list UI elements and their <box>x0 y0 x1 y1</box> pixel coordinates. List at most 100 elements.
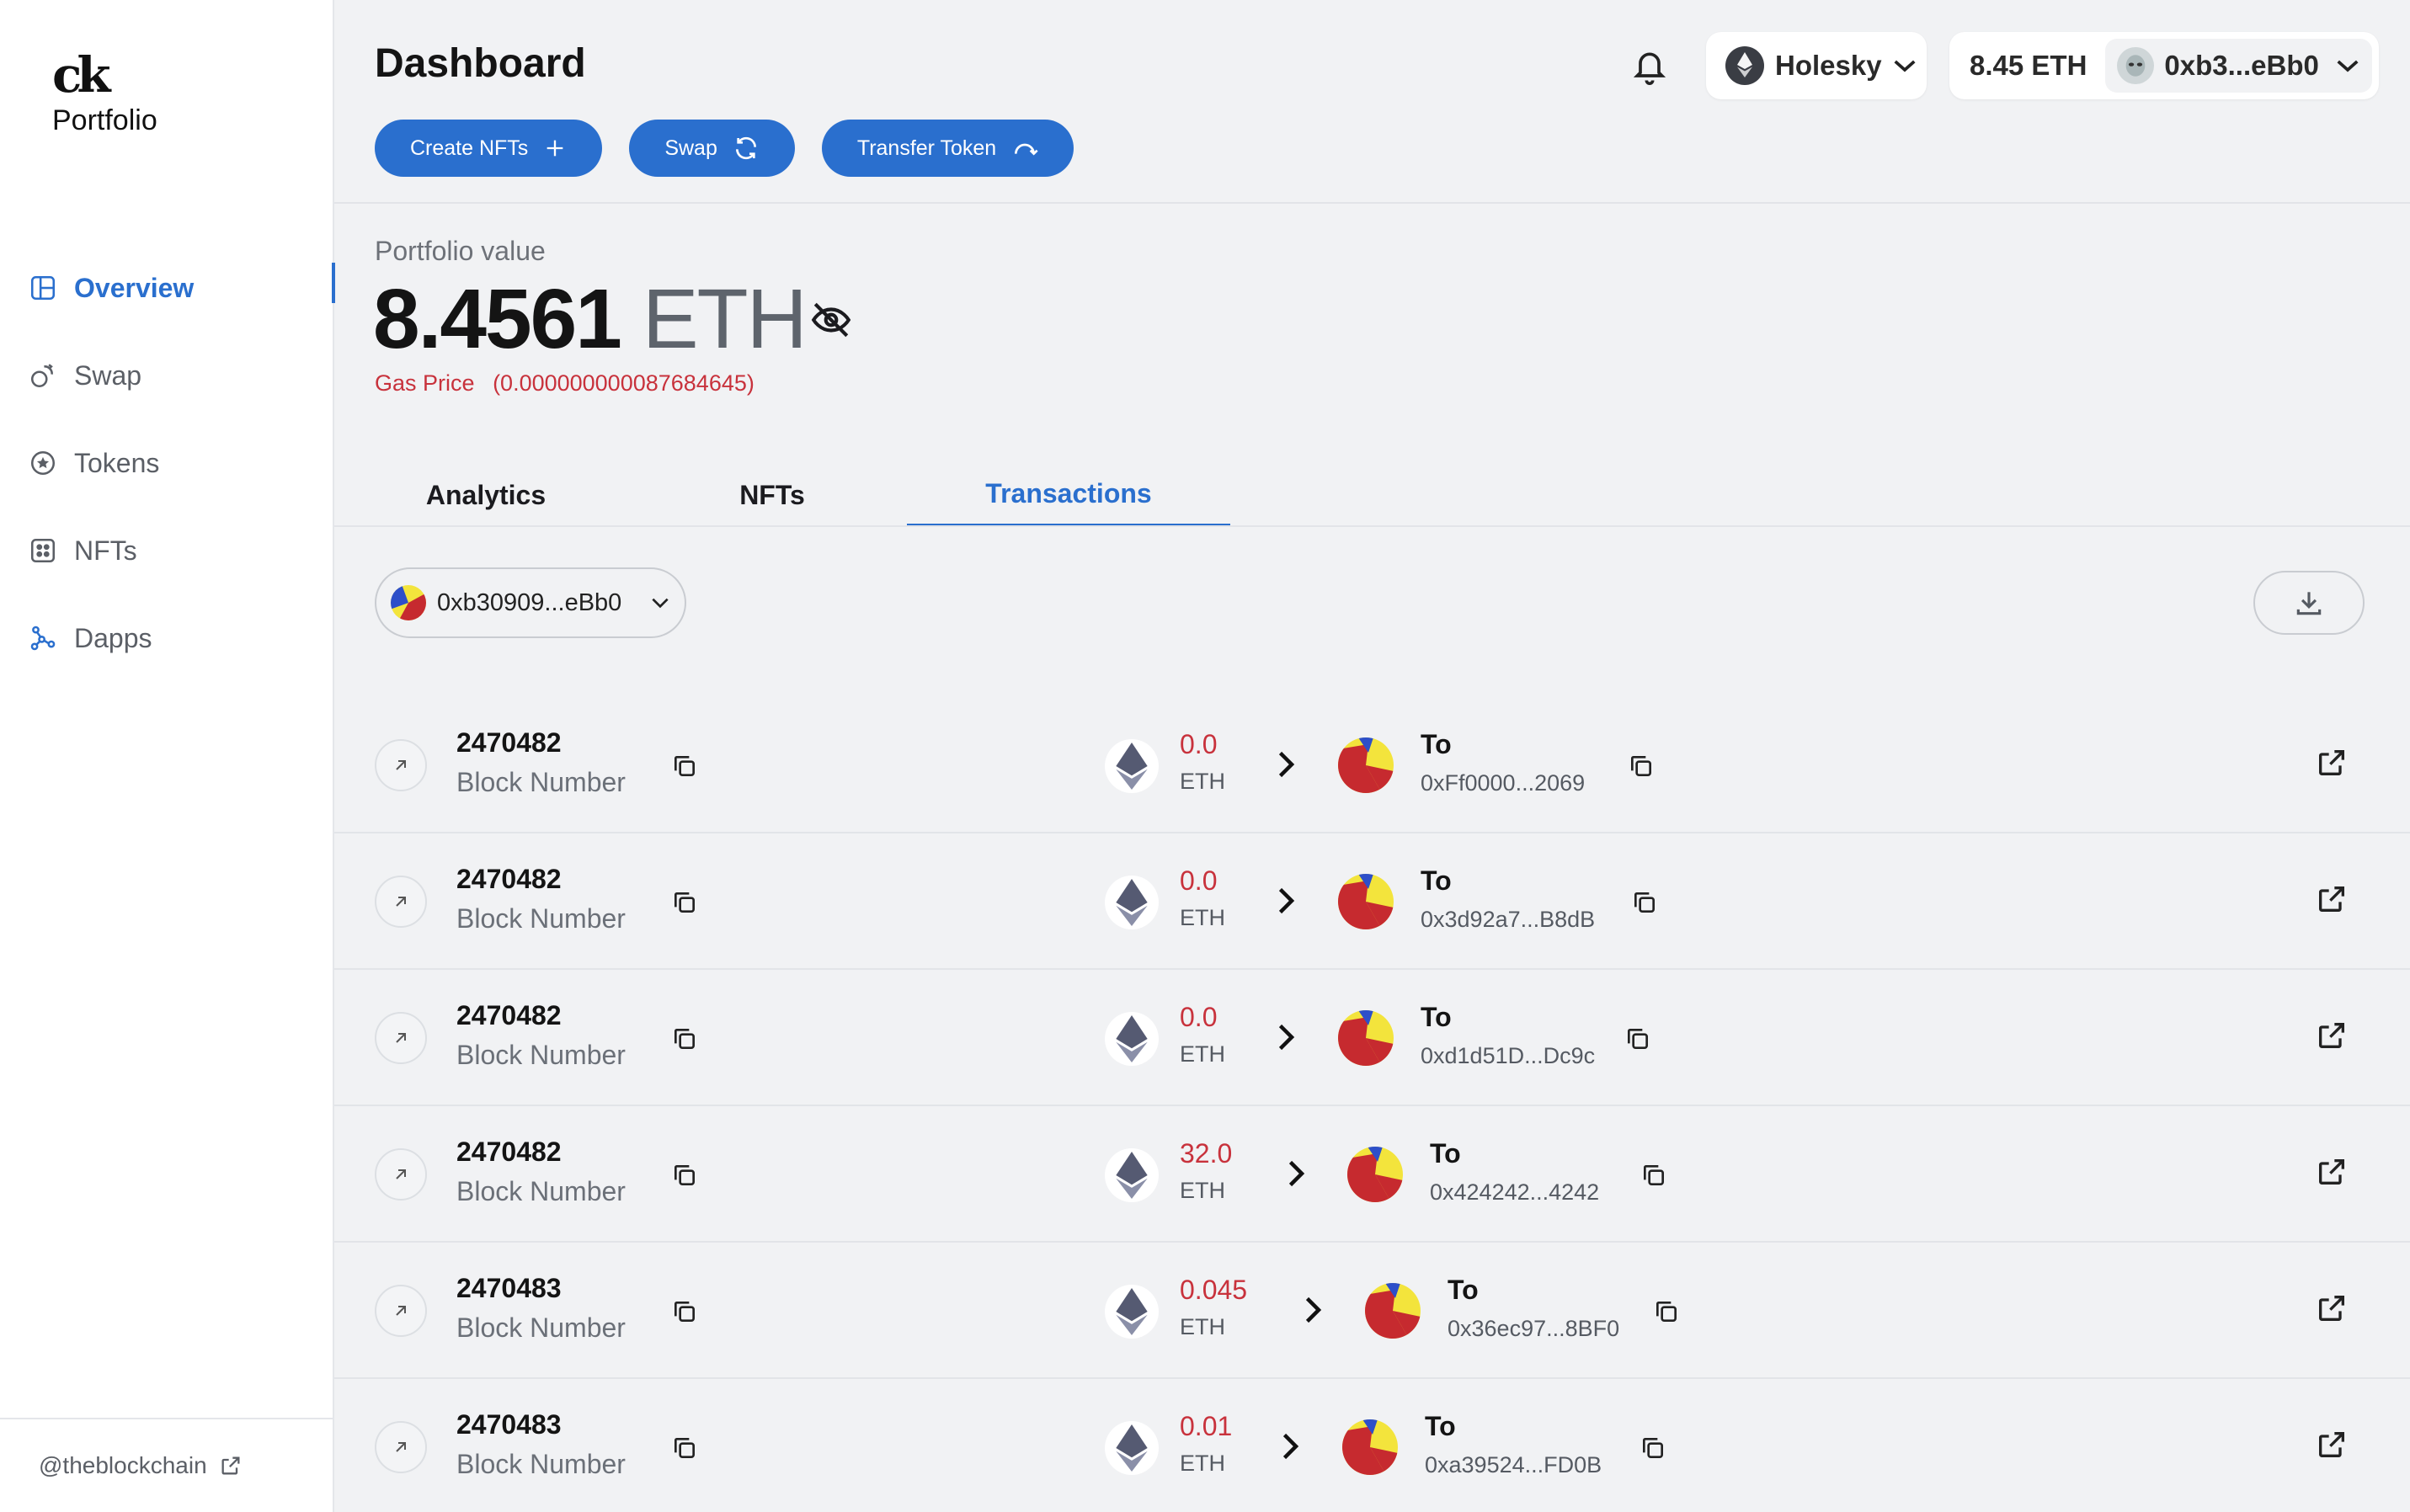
recipient: To 0xFf0000...2069 <box>1421 729 1585 796</box>
table-row: 2470482 Block Number 0.0 ETH To 0xd1d51D… <box>334 970 2410 1106</box>
amount-currency: ETH <box>1180 905 1225 930</box>
sidebar-nav: Overview Swap Tokens NFTs Dapps <box>0 244 335 682</box>
sidebar: ck Portfolio Overview Swap Tokens NFTs D… <box>0 0 335 1512</box>
copy-icon[interactable] <box>671 1298 698 1325</box>
network-selector[interactable]: Holesky <box>1706 32 1927 99</box>
download-icon <box>2293 587 2325 619</box>
refresh-icon <box>733 135 760 162</box>
block-number-label: Block Number <box>456 1176 626 1206</box>
external-link-icon[interactable] <box>2315 882 2349 920</box>
alien-avatar-icon <box>2117 47 2155 84</box>
token-icon <box>27 447 59 479</box>
recipient-address: 0xd1d51D...Dc9c <box>1421 1043 1596 1068</box>
sidebar-item-dapps[interactable]: Dapps <box>0 594 334 682</box>
plus-icon <box>543 136 567 160</box>
block-number-label: Block Number <box>456 767 626 797</box>
amount-value: 0.01 <box>1180 1411 1233 1441</box>
sidebar-item-nfts[interactable]: NFTs <box>0 507 334 594</box>
transfer-token-button[interactable]: Transfer Token <box>821 120 1074 177</box>
external-link-icon[interactable] <box>2315 1428 2349 1466</box>
account-chip[interactable]: 0xb3...eBb0 <box>2105 39 2372 93</box>
sidebar-item-label: Tokens <box>74 447 160 478</box>
arrow-up-right-icon <box>375 1148 427 1201</box>
sidebar-item-swap[interactable]: Swap <box>0 332 334 419</box>
amount-value: 0.0 <box>1180 865 1218 896</box>
eye-off-icon[interactable] <box>810 299 852 345</box>
copy-icon[interactable] <box>671 753 698 780</box>
sidebar-footer-link[interactable]: @theblockchain <box>0 1418 333 1512</box>
chevron-right-icon <box>1277 749 1297 784</box>
amount-currency: ETH <box>1180 769 1225 794</box>
table-row: 2470483 Block Number 0.045 ETH To 0x36ec… <box>334 1243 2410 1379</box>
recipient: To 0x3d92a7...B8dB <box>1421 865 1595 933</box>
copy-icon[interactable] <box>671 1435 698 1461</box>
sidebar-item-overview[interactable]: Overview <box>0 244 335 332</box>
chevron-right-icon <box>1277 1022 1297 1057</box>
recipient: To 0xd1d51D...Dc9c <box>1421 1002 1595 1069</box>
ethereum-icon <box>1725 45 1765 86</box>
recipient-address: 0x424242...4242 <box>1430 1179 1600 1205</box>
wallet-blockie-avatar <box>390 584 427 621</box>
recipient-label: To <box>1448 1275 1479 1305</box>
tab-nfts[interactable]: NFTs <box>663 463 882 527</box>
block-info: 2470483 Block Number <box>456 1273 626 1344</box>
copy-icon[interactable] <box>671 889 698 916</box>
tab-transactions[interactable]: Transactions <box>907 463 1230 527</box>
table-row: 2470482 Block Number 32.0 ETH To 0x42424… <box>334 1106 2410 1243</box>
copy-icon[interactable] <box>1628 753 1655 780</box>
copy-icon[interactable] <box>671 1025 698 1052</box>
table-row: 2470482 Block Number 0.0 ETH To 0xFf0000… <box>334 697 2410 833</box>
grid-dots-icon <box>27 535 59 567</box>
table-row: 2470482 Block Number 0.0 ETH To 0x3d92a7… <box>334 833 2410 970</box>
recipient-address: 0xFf0000...2069 <box>1421 770 1586 796</box>
block-info: 2470482 Block Number <box>456 727 626 798</box>
action-bar: Create NFTs Swap Transfer Token <box>375 120 1074 177</box>
block-number-label: Block Number <box>456 1312 626 1343</box>
copy-icon[interactable] <box>1624 1025 1651 1052</box>
copy-icon[interactable] <box>1640 1435 1666 1461</box>
sidebar-item-tokens[interactable]: Tokens <box>0 419 334 507</box>
copy-icon[interactable] <box>1631 889 1658 916</box>
account-selector[interactable]: 8.45 ETH 0xb3...eBb0 <box>1949 32 2379 99</box>
copy-icon[interactable] <box>671 1162 698 1189</box>
amount-currency: ETH <box>1180 1451 1225 1476</box>
external-link-icon[interactable] <box>2315 1019 2349 1057</box>
account-address: 0xb3...eBb0 <box>2164 50 2319 81</box>
block-number: 2470482 <box>456 864 562 894</box>
block-number-label: Block Number <box>456 903 626 934</box>
logo-mark: ck <box>52 46 111 104</box>
bell-icon[interactable] <box>1631 45 1668 92</box>
external-link-icon[interactable] <box>2315 746 2349 784</box>
recipient: To 0x424242...4242 <box>1430 1138 1599 1206</box>
external-link-icon[interactable] <box>2315 1291 2349 1329</box>
wallet-address: 0xb30909...eBb0 <box>437 588 622 616</box>
app-logo[interactable]: ck Portfolio <box>52 51 157 137</box>
ethereum-icon <box>1105 1148 1159 1202</box>
external-link-icon[interactable] <box>2315 1155 2349 1193</box>
block-info: 2470483 Block Number <box>456 1409 626 1480</box>
coins-swap-icon <box>27 359 59 391</box>
amount-value: 0.0 <box>1180 729 1218 759</box>
wallet-selector[interactable]: 0xb30909...eBb0 <box>375 567 686 638</box>
chevron-down-icon <box>1892 57 1917 74</box>
copy-icon[interactable] <box>1640 1162 1667 1189</box>
amount: 0.0 ETH <box>1180 729 1225 795</box>
chevron-right-icon <box>1277 886 1297 920</box>
ethereum-icon <box>1105 1285 1159 1339</box>
block-info: 2470482 Block Number <box>456 1000 626 1071</box>
gas-price-label: Gas Price <box>375 370 475 396</box>
block-number-label: Block Number <box>456 1040 626 1070</box>
main-content: Dashboard Create NFTs Swap Transfer Toke… <box>334 0 2410 1512</box>
button-label: Transfer Token <box>856 136 997 160</box>
tab-analytics[interactable]: Analytics <box>381 463 591 527</box>
chevron-right-icon <box>1281 1431 1301 1466</box>
create-nfts-button[interactable]: Create NFTs <box>375 120 603 177</box>
logo-text: Portfolio <box>52 104 157 136</box>
page-title: Dashboard <box>375 41 586 86</box>
copy-icon[interactable] <box>1653 1298 1680 1325</box>
sidebar-item-label: Swap <box>74 359 142 391</box>
swap-button[interactable]: Swap <box>629 120 795 177</box>
gas-price-value: (0.000000000087684645) <box>493 370 754 396</box>
amount: 0.0 ETH <box>1180 865 1225 931</box>
download-button[interactable] <box>2253 571 2365 635</box>
